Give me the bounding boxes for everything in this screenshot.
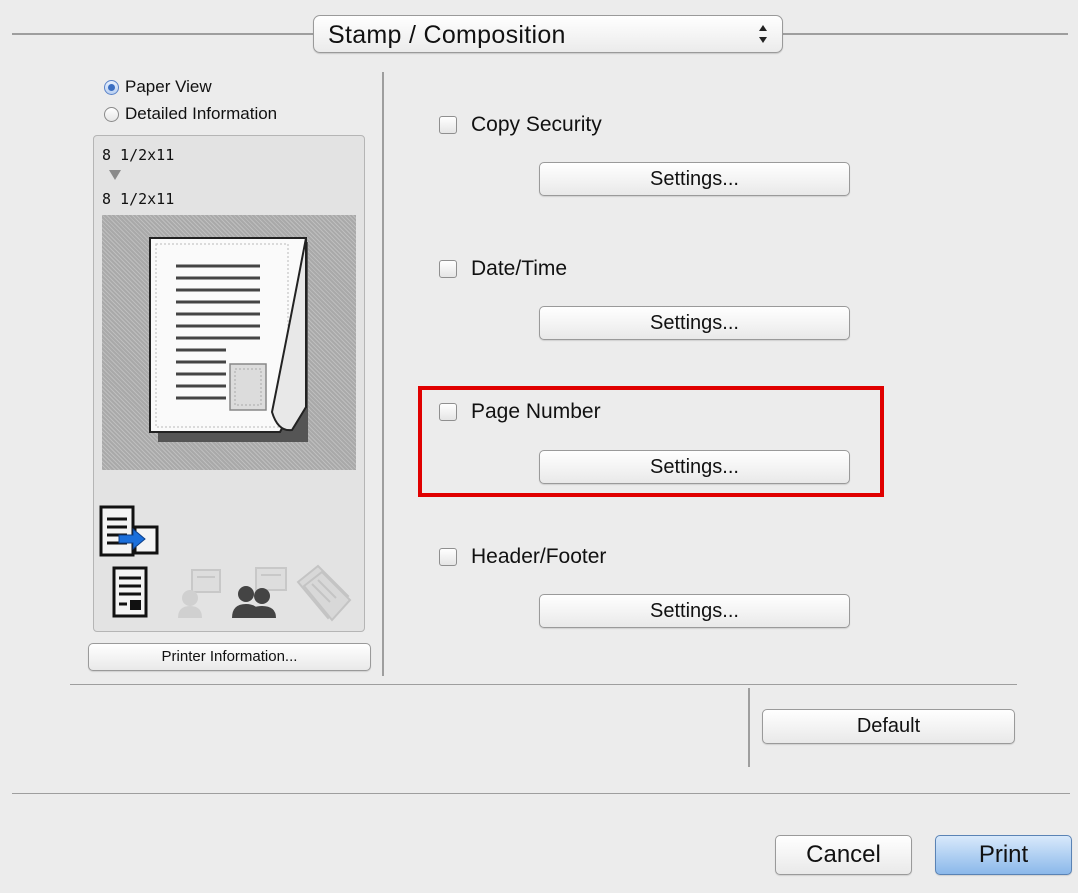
lower-separator: [70, 684, 1017, 685]
page-preview-icon: [149, 237, 308, 442]
bottom-separator: [12, 793, 1070, 794]
panel-select-popup[interactable]: Stamp / Composition: [313, 15, 783, 53]
header-footer-checkbox[interactable]: [439, 548, 457, 566]
user-group-icon: [232, 567, 287, 618]
copy-security-label: Copy Security: [471, 113, 602, 136]
default-divider: [748, 688, 750, 767]
document-icon: [112, 566, 148, 618]
date-time-settings-button[interactable]: Settings...: [539, 306, 850, 340]
date-time-label: Date/Time: [471, 257, 568, 280]
detailed-info-radio[interactable]: [104, 106, 119, 122]
page-number-highlight-box: [418, 386, 884, 497]
left-panel-divider: [382, 72, 384, 676]
top-separator-left: [12, 33, 313, 35]
default-button[interactable]: Default: [762, 709, 1015, 744]
printer-information-button[interactable]: Printer Information...: [88, 643, 371, 671]
header-footer-option[interactable]: Header/Footer: [439, 544, 606, 570]
header-footer-settings-button[interactable]: Settings...: [539, 594, 850, 628]
detailed-info-label: Detailed Information: [125, 104, 278, 123]
copy-security-option[interactable]: Copy Security: [439, 112, 602, 138]
output-arrow-icon: [109, 170, 121, 180]
paper-view-radio-row[interactable]: Paper View: [104, 76, 212, 98]
copy-security-settings-button[interactable]: Settings...: [539, 162, 850, 196]
paper-view-label: Paper View: [125, 77, 212, 96]
paper-view-radio[interactable]: [104, 79, 119, 95]
user-icon: [178, 569, 221, 618]
copy-security-checkbox[interactable]: [439, 116, 457, 134]
original-size-text: 8 1/2x11: [102, 146, 175, 164]
top-separator-right: [783, 33, 1068, 35]
date-time-checkbox[interactable]: [439, 260, 457, 278]
paper-stack-icon: [296, 564, 352, 622]
header-footer-label: Header/Footer: [471, 545, 607, 568]
printer-queue-icon: [99, 505, 159, 557]
cancel-button[interactable]: Cancel: [775, 835, 912, 875]
date-time-option[interactable]: Date/Time: [439, 256, 567, 282]
print-button[interactable]: Print: [935, 835, 1072, 875]
output-size-text: 8 1/2x11: [102, 190, 175, 208]
detailed-info-radio-row[interactable]: Detailed Information: [104, 103, 277, 125]
popup-stepper-icon: [759, 25, 767, 43]
panel-select-label: Stamp / Composition: [328, 21, 566, 49]
